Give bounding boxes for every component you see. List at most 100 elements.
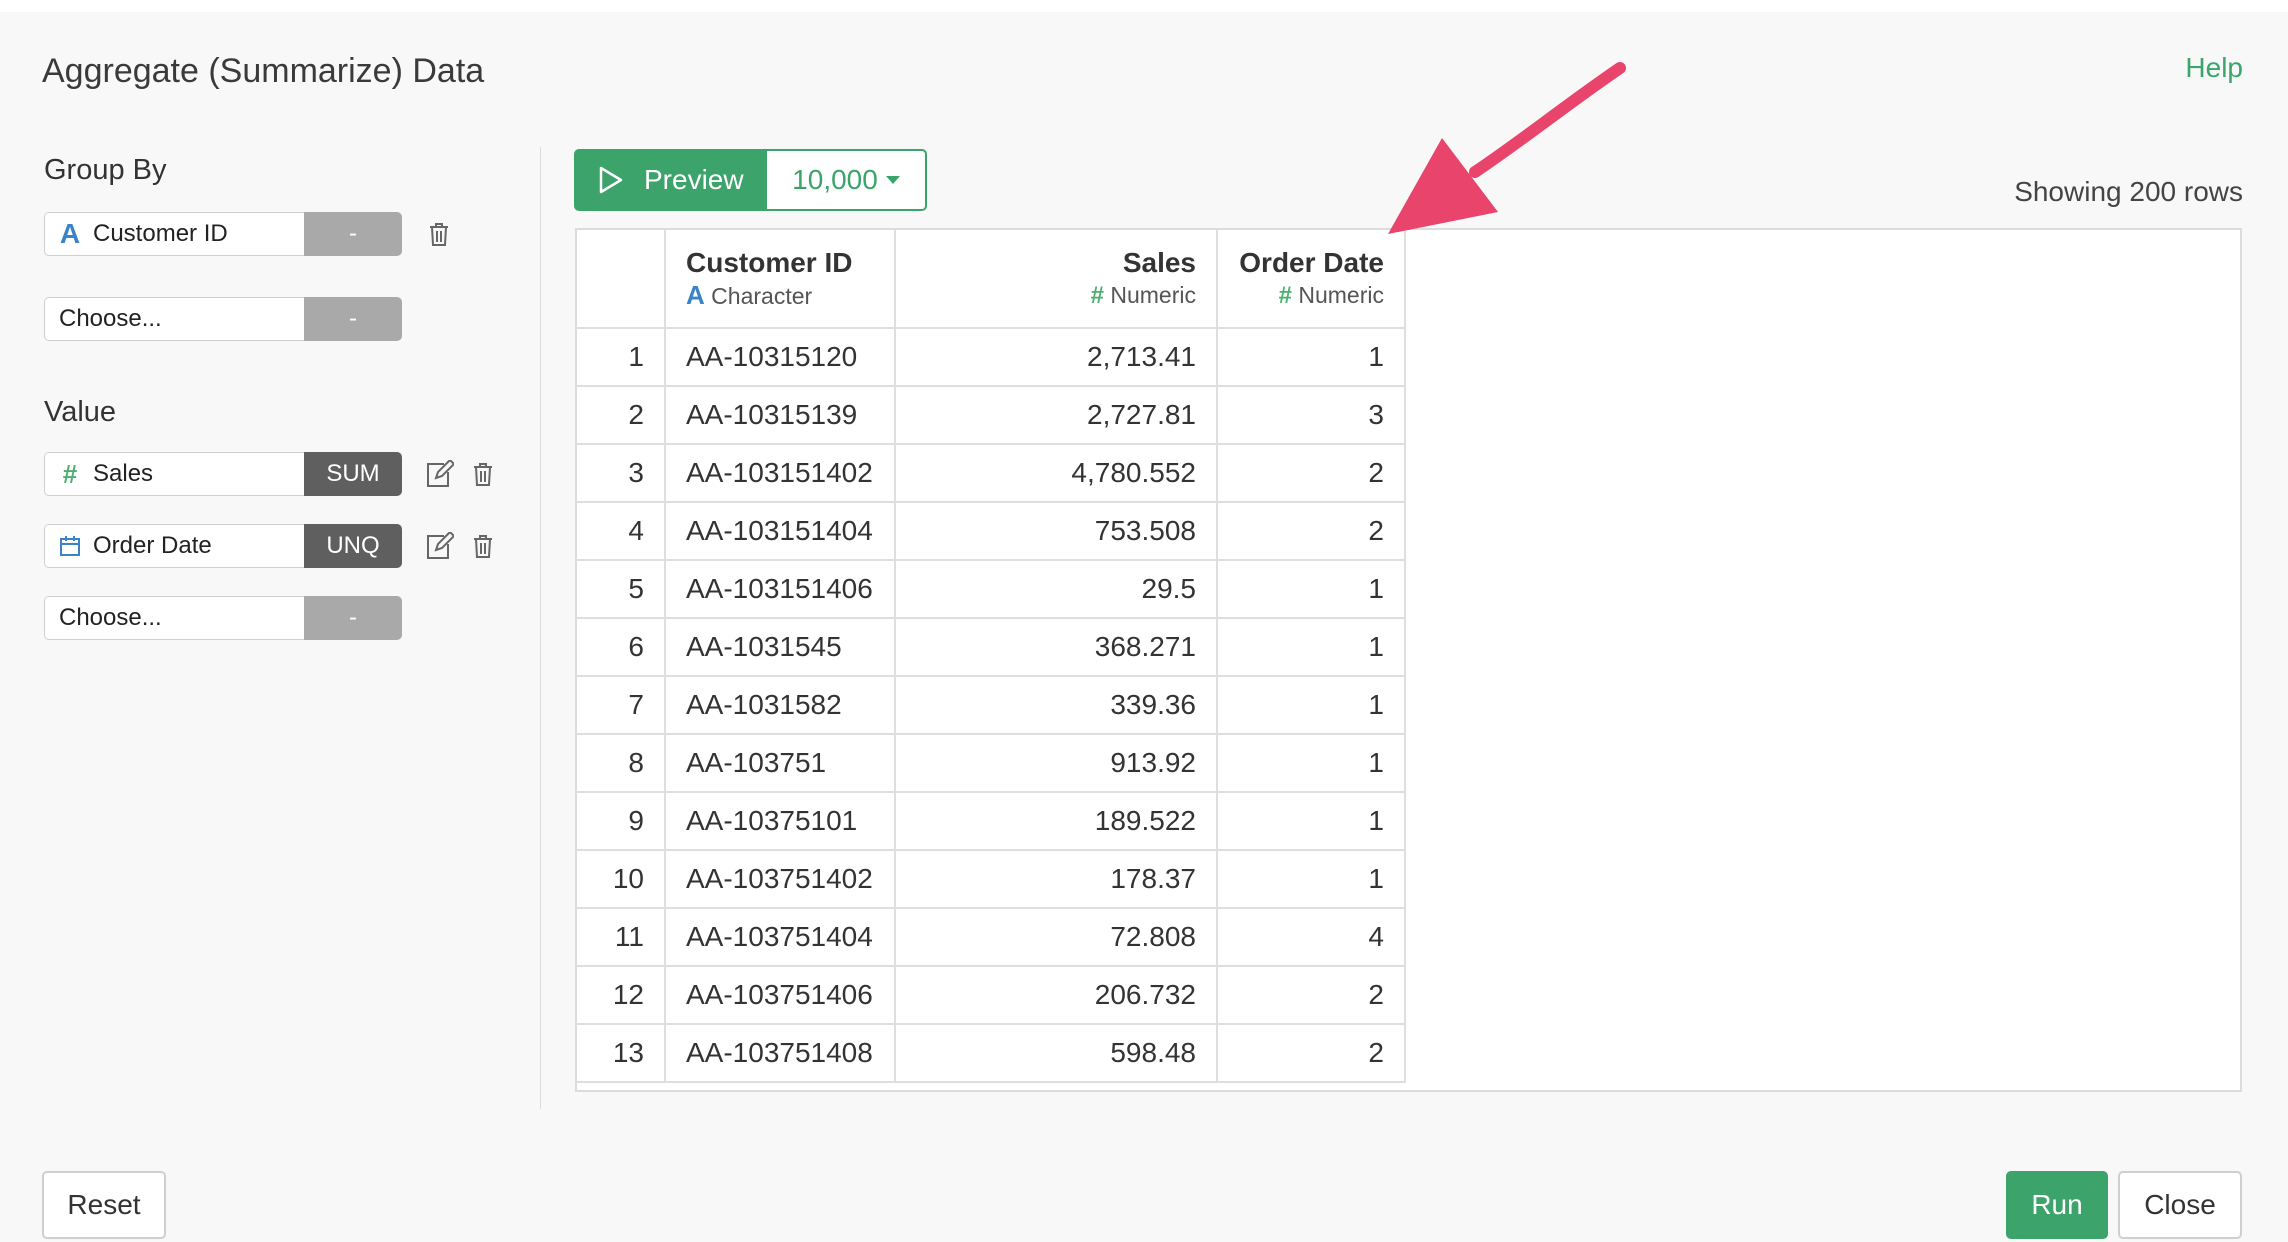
column-name: Sales xyxy=(1122,247,1196,278)
cell-order-date: 1 xyxy=(1217,328,1406,387)
edit-icon[interactable] xyxy=(422,529,456,563)
row-index: 12 xyxy=(577,966,666,1025)
cell-order-date: 1 xyxy=(1217,734,1406,793)
value-field-select-sales[interactable]: # Sales xyxy=(44,452,304,496)
cell-order-date: 1 xyxy=(1217,560,1406,619)
cell-sales: 189.522 xyxy=(895,792,1218,851)
row-index: 6 xyxy=(577,618,666,677)
value-field-select-order-date[interactable]: Order Date xyxy=(44,524,304,568)
dialog-title: Aggregate (Summarize) Data xyxy=(42,52,485,90)
cell-order-date: 2 xyxy=(1217,502,1406,561)
table-row[interactable]: 9 AA-10375101 189.522 1 xyxy=(577,792,1406,851)
table-body: 1 AA-10315120 2,713.41 1 2 AA-10315139 2,727.8… xyxy=(577,328,1406,1083)
column-type-label: Numeric xyxy=(1298,282,1384,308)
row-index: 5 xyxy=(577,560,666,619)
rows-limit-dropdown[interactable]: 10,000 xyxy=(767,149,927,211)
row-index: 7 xyxy=(577,676,666,735)
row-index-header xyxy=(577,230,666,329)
column-type: # Numeric xyxy=(1238,280,1384,311)
rows-limit-value: 10,000 xyxy=(792,164,878,195)
table-row[interactable]: 5 AA-103151406 29.5 1 xyxy=(577,560,1406,619)
cell-sales: 72.808 xyxy=(895,908,1218,967)
cell-customer-id: AA-1031582 xyxy=(665,676,896,735)
column-type-label: Character xyxy=(711,283,813,309)
value-choose-agg-button[interactable]: - xyxy=(304,596,402,640)
cell-customer-id: AA-103751 xyxy=(665,734,896,793)
trash-icon[interactable] xyxy=(466,529,500,563)
row-index: 8 xyxy=(577,734,666,793)
preview-button[interactable]: Preview xyxy=(574,149,767,211)
cell-sales: 206.732 xyxy=(895,966,1218,1025)
value-field-name: Sales xyxy=(93,460,154,487)
row-index: 1 xyxy=(577,328,666,387)
trash-icon[interactable] xyxy=(422,217,456,251)
cell-sales: 2,727.81 xyxy=(895,386,1218,445)
column-type-label: Numeric xyxy=(1110,282,1196,308)
cell-sales: 29.5 xyxy=(895,560,1218,619)
unq-agg-button[interactable]: UNQ xyxy=(304,524,402,568)
cell-sales: 339.36 xyxy=(895,676,1218,735)
row-index: 3 xyxy=(577,444,666,503)
row-index: 10 xyxy=(577,850,666,909)
cell-order-date: 2 xyxy=(1217,1024,1406,1083)
value-field-row-sales: # Sales SUM xyxy=(44,452,500,496)
cell-order-date: 1 xyxy=(1217,792,1406,851)
row-index: 9 xyxy=(577,792,666,851)
table-row[interactable]: 2 AA-10315139 2,727.81 3 xyxy=(577,386,1406,445)
table-row[interactable]: 8 AA-103751 913.92 1 xyxy=(577,734,1406,793)
aggregate-dialog: Aggregate (Summarize) Data Help Group By… xyxy=(0,12,2288,1242)
table-row[interactable]: 4 AA-103151404 753.508 2 xyxy=(577,502,1406,561)
character-icon: A xyxy=(686,280,705,310)
character-icon: A xyxy=(59,218,81,249)
run-button[interactable]: Run xyxy=(2006,1171,2108,1239)
table-row[interactable]: 7 AA-1031582 339.36 1 xyxy=(577,676,1406,735)
preview-label: Preview xyxy=(644,164,744,195)
cell-customer-id: AA-103151404 xyxy=(665,502,896,561)
preview-table-container[interactable]: Customer ID A Character Sales # Numeric … xyxy=(575,228,2242,1092)
column-header-sales[interactable]: Sales # Numeric xyxy=(895,230,1218,329)
group-by-agg-button[interactable]: - xyxy=(304,212,402,256)
cell-sales: 368.271 xyxy=(895,618,1218,677)
group-by-choose-agg-button[interactable]: - xyxy=(304,297,402,341)
caret-down-icon xyxy=(885,176,900,184)
play-icon xyxy=(599,166,623,194)
sum-agg-button[interactable]: SUM xyxy=(304,452,402,496)
close-button[interactable]: Close xyxy=(2118,1171,2242,1239)
cell-order-date: 2 xyxy=(1217,444,1406,503)
cell-sales: 753.508 xyxy=(895,502,1218,561)
value-choose-row: Choose... - xyxy=(44,596,402,640)
value-field-name: Order Date xyxy=(93,532,212,559)
table-row[interactable]: 11 AA-103751404 72.808 4 xyxy=(577,908,1406,967)
reset-button[interactable]: Reset xyxy=(42,1171,166,1239)
table-row[interactable]: 12 AA-103751406 206.732 2 xyxy=(577,966,1406,1025)
edit-icon[interactable] xyxy=(422,457,456,491)
column-header-customer-id[interactable]: Customer ID A Character xyxy=(665,230,896,329)
annotation-arrow xyxy=(1388,62,1626,234)
group-by-choose-select[interactable]: Choose... xyxy=(44,297,304,341)
cell-customer-id: AA-10315139 xyxy=(665,386,896,445)
cell-customer-id: AA-103751408 xyxy=(665,1024,896,1083)
table-row[interactable]: 13 AA-103751408 598.48 2 xyxy=(577,1024,1406,1083)
table-row[interactable]: 1 AA-10315120 2,713.41 1 xyxy=(577,328,1406,387)
cell-sales: 178.37 xyxy=(895,850,1218,909)
help-link[interactable]: Help xyxy=(2185,52,2243,84)
table-row[interactable]: 6 AA-1031545 368.271 1 xyxy=(577,618,1406,677)
cell-sales: 598.48 xyxy=(895,1024,1218,1083)
table-row[interactable]: 10 AA-103751402 178.37 1 xyxy=(577,850,1406,909)
row-index: 13 xyxy=(577,1024,666,1083)
value-choose-select[interactable]: Choose... xyxy=(44,596,304,640)
table-row[interactable]: 3 AA-103151402 4,780.552 2 xyxy=(577,444,1406,503)
group-by-field-select[interactable]: A Customer ID xyxy=(44,212,304,256)
group-by-label: Group By xyxy=(44,154,167,186)
panel-divider xyxy=(540,147,541,1109)
cell-order-date: 2 xyxy=(1217,966,1406,1025)
cell-customer-id: AA-1031545 xyxy=(665,618,896,677)
cell-customer-id: AA-103751404 xyxy=(665,908,896,967)
numeric-icon: # xyxy=(62,458,78,489)
choose-placeholder: Choose... xyxy=(59,305,162,332)
trash-icon[interactable] xyxy=(466,457,500,491)
cell-customer-id: AA-103151402 xyxy=(665,444,896,503)
cell-order-date: 1 xyxy=(1217,676,1406,735)
cell-order-date: 3 xyxy=(1217,386,1406,445)
calendar-icon xyxy=(59,535,81,557)
